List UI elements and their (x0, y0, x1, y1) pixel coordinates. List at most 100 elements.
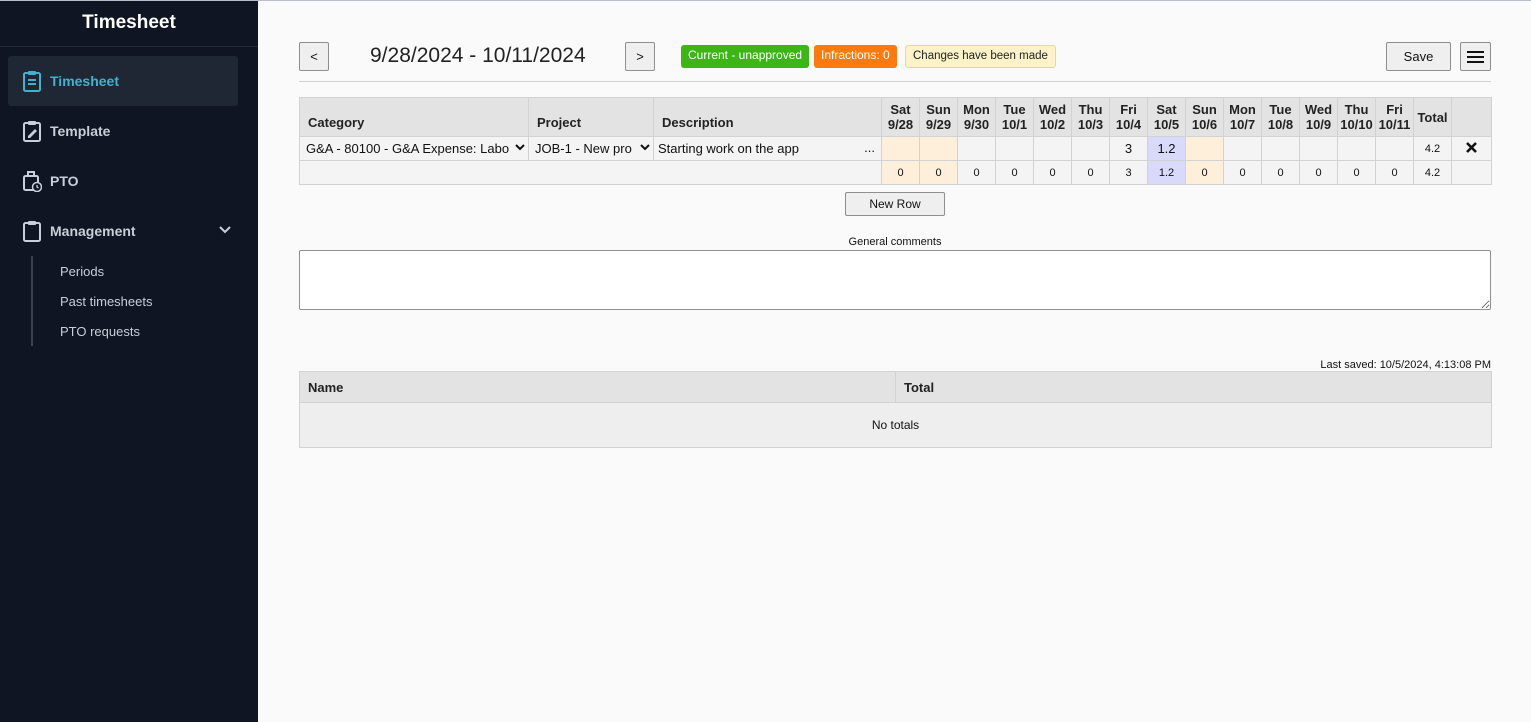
totals-row-label (299, 160, 882, 185)
description-field[interactable]: Starting work on the app ... (653, 136, 882, 161)
sidebar-item-pto[interactable]: PTO (8, 156, 238, 206)
subnav-item-pto-requests[interactable]: PTO requests (60, 324, 140, 339)
briefcase-clock-icon (23, 171, 42, 192)
grand-total: 4.2 (1413, 160, 1452, 185)
col-project: Project (528, 97, 654, 137)
sidebar-item-label: Management (50, 223, 136, 239)
col-day: Thu 10/3 (1071, 97, 1110, 137)
day-total: 0 (1375, 160, 1414, 185)
col-day: Wed 10/9 (1299, 97, 1338, 137)
menu-button[interactable] (1460, 42, 1491, 71)
day-total: 0 (1261, 160, 1300, 185)
status-badge: Current - unapproved (681, 45, 810, 68)
general-comments-textarea[interactable] (299, 250, 1491, 310)
day-total: 0 (1185, 160, 1224, 185)
period-range: 9/28/2024 - 10/11/2024 (370, 44, 586, 67)
totals-row-spacer (1451, 160, 1492, 185)
day-total: 0 (1299, 160, 1338, 185)
day-total: 0 (881, 160, 920, 185)
day-total: 0 (1223, 160, 1262, 185)
hours-cell[interactable] (1299, 136, 1338, 161)
totals-table: Name Total No totals (299, 371, 1492, 448)
col-total: Total (1413, 97, 1452, 137)
day-total: 3 (1109, 160, 1148, 185)
col-day: Fri 10/4 (1109, 97, 1148, 137)
close-x-icon (1466, 142, 1477, 153)
description-expand-button[interactable]: ... (864, 140, 875, 155)
col-total: Total (895, 371, 1492, 403)
prev-period-button[interactable]: < (299, 42, 329, 71)
subnav-item-past-timesheets[interactable]: Past timesheets (60, 294, 153, 309)
hours-cell[interactable] (1337, 136, 1376, 161)
chevron-down-icon (515, 144, 525, 151)
sidebar: Timesheet Timesheet Template PTO Managem… (0, 1, 258, 722)
sidebar-item-timesheet[interactable]: Timesheet (8, 56, 238, 106)
subnav-item-periods[interactable]: Periods (60, 264, 104, 279)
day-total: 0 (1033, 160, 1072, 185)
sidebar-item-template[interactable]: Template (8, 106, 238, 156)
col-category: Category (299, 97, 529, 137)
hamburger-menu-icon (1467, 50, 1484, 63)
chevron-down-icon (640, 144, 650, 151)
timesheet-table: Category Project Description Sat 9/28 Sun… (299, 97, 1492, 185)
new-row-button[interactable]: New Row (845, 192, 945, 216)
sidebar-item-label: Template (50, 123, 111, 139)
category-select[interactable]: G&A - 80100 - G&A Expense: Labo (299, 136, 529, 161)
col-day: Thu 10/10 (1337, 97, 1376, 137)
hours-cell[interactable]: 3 (1109, 136, 1148, 161)
col-day: Wed 10/2 (1033, 97, 1072, 137)
clipboard-icon (23, 221, 41, 242)
save-button[interactable]: Save (1386, 42, 1451, 71)
hours-cell[interactable] (919, 136, 958, 161)
col-day: Sun 10/6 (1185, 97, 1224, 137)
main-content: < 9/28/2024 - 10/11/2024 > Current - una… (258, 1, 1531, 722)
col-day: Tue 10/1 (995, 97, 1034, 137)
table-row: G&A - 80100 - G&A Expense: Labo JOB-1 - … (299, 136, 1492, 161)
totals-row: 0 0 0 0 0 0 3 1.2 0 0 0 0 0 0 4.2 (299, 160, 1492, 185)
hours-cell[interactable] (995, 136, 1034, 161)
empty-totals-message: No totals (299, 402, 1492, 448)
clipboard-list-icon (23, 71, 41, 92)
hours-cell[interactable]: 1.2 (1147, 136, 1186, 161)
comments-label: General comments (848, 236, 942, 248)
project-select[interactable]: JOB-1 - New pro (528, 136, 654, 161)
hours-cell[interactable] (1261, 136, 1300, 161)
col-actions (1451, 97, 1492, 137)
col-day: Fri 10/11 (1375, 97, 1414, 137)
app-brand: Timesheet (0, 1, 258, 47)
hours-cell[interactable] (1071, 136, 1110, 161)
col-day: Sat 10/5 (1147, 97, 1186, 137)
last-saved-text: Last saved: 10/5/2024, 4:13:08 PM (1320, 359, 1491, 371)
delete-row-button[interactable] (1451, 136, 1492, 161)
management-subnav: Periods Past timesheets PTO requests (31, 256, 231, 346)
col-day: Sat 9/28 (881, 97, 920, 137)
hours-cell[interactable] (957, 136, 996, 161)
col-day: Mon 10/7 (1223, 97, 1262, 137)
header-divider (299, 81, 1491, 82)
day-total: 0 (919, 160, 958, 185)
hours-cell[interactable] (1375, 136, 1414, 161)
sidebar-item-management[interactable]: Management (8, 206, 238, 256)
day-total: 0 (1337, 160, 1376, 185)
col-name: Name (299, 371, 896, 403)
hours-cell[interactable] (1033, 136, 1072, 161)
clipboard-edit-icon (23, 121, 41, 142)
infractions-badge: Infractions: 0 (814, 45, 897, 68)
day-total: 0 (995, 160, 1034, 185)
hours-cell[interactable] (881, 136, 920, 161)
sidebar-item-label: Timesheet (50, 73, 119, 89)
sidebar-item-label: PTO (50, 173, 79, 189)
hours-cell[interactable] (1223, 136, 1262, 161)
changes-badge: Changes have been made (905, 45, 1056, 68)
col-day: Tue 10/8 (1261, 97, 1300, 137)
day-total: 0 (1071, 160, 1110, 185)
hours-cell[interactable] (1185, 136, 1224, 161)
next-period-button[interactable]: > (625, 42, 655, 71)
day-total: 0 (957, 160, 996, 185)
col-description: Description (653, 97, 882, 137)
chevron-down-icon[interactable] (218, 223, 232, 237)
col-day: Mon 9/30 (957, 97, 996, 137)
row-total: 4.2 (1413, 136, 1452, 161)
col-day: Sun 9/29 (919, 97, 958, 137)
day-total: 1.2 (1147, 160, 1186, 185)
